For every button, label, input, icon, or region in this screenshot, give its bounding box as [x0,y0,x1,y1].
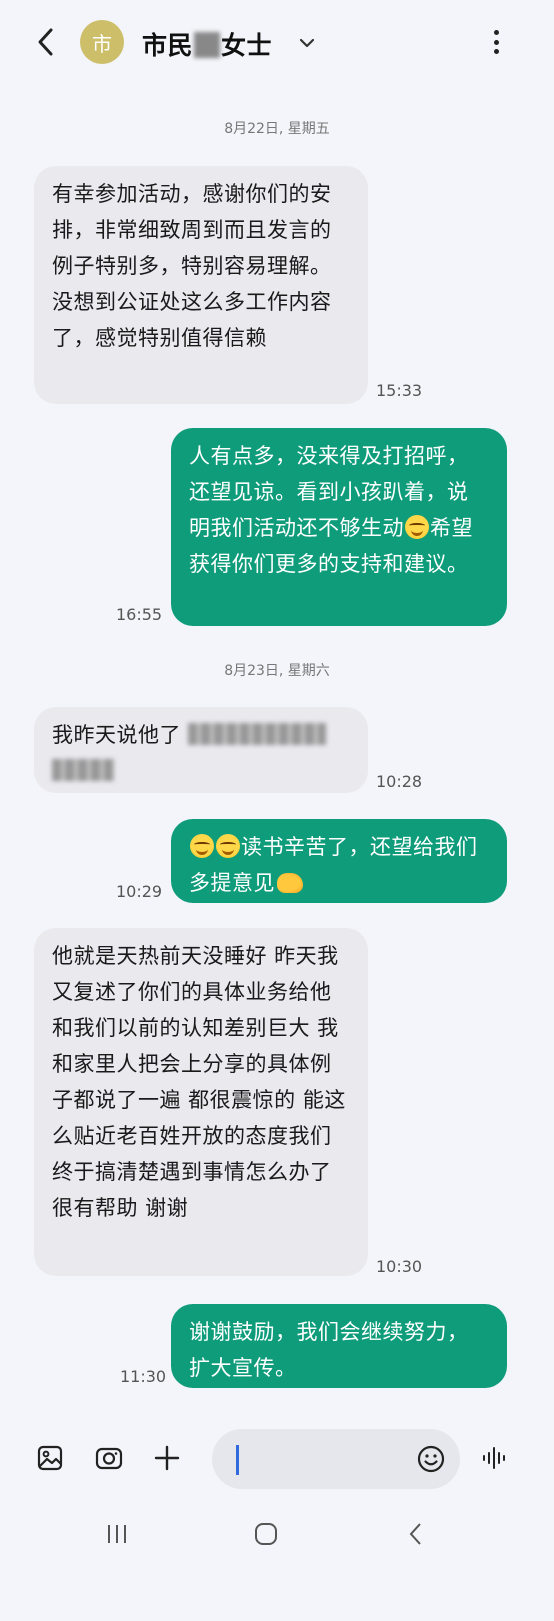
gallery-icon [37,1445,63,1471]
contact-name[interactable]: 市民 女士 [142,26,272,62]
recent-apps-button[interactable] [97,1519,137,1549]
avatar[interactable]: 市 [80,20,124,64]
contact-name-prefix: 市民 [142,31,194,60]
tears-of-joy-emoji-icon [405,515,429,539]
message-text: 我昨天说他了 [52,723,181,747]
incoming-message[interactable]: 我昨天说他了 [34,707,368,793]
outgoing-message[interactable]: 谢谢鼓励，我们会继续努力，扩大宣传。 [171,1304,507,1388]
camera-button[interactable] [92,1441,126,1475]
outgoing-message[interactable]: 读书辛苦了，还望给我们多提意见 [171,819,507,903]
message-time: 10:28 [376,772,423,791]
add-attachment-button[interactable] [150,1441,184,1475]
tears-of-joy-emoji-icon [190,834,214,858]
message-text: 他就是天热前天没睡好 昨天我又复述了你们的具体业务给他 和我们以前的认知差别巨大… [52,944,346,1220]
message-time: 15:33 [376,381,423,400]
plus-icon [154,1445,180,1471]
message-text: 谢谢鼓励，我们会继续努力，扩大宣传。 [189,1320,469,1380]
more-dot [493,49,499,54]
home-button[interactable] [246,1519,286,1549]
avatar-initial: 市 [92,31,112,56]
message-time: 10:29 [116,882,163,901]
back-nav-icon [409,1523,421,1545]
camera-icon [95,1447,123,1470]
tears-of-joy-emoji-icon [216,834,240,858]
recent-apps-icon [108,1525,126,1543]
more-options-button[interactable] [486,26,506,58]
redacted-text [52,759,114,781]
text-cursor [236,1445,239,1475]
incoming-message[interactable]: 有幸参加活动，感谢你们的安排，非常细致周到而且发言的例子特别多，特别容易理解。没… [34,166,368,404]
incoming-message[interactable]: 他就是天热前天没睡好 昨天我又复述了你们的具体业务给他 和我们以前的认知差别巨大… [34,928,368,1276]
date-separator: 8月22日, 星期五 [224,121,330,137]
voice-wave-icon [483,1447,505,1469]
contact-name-suffix: 女士 [221,31,273,60]
redacted-text [188,723,327,745]
message-time: 10:30 [376,1257,423,1276]
message-composer [0,1425,554,1495]
back-arrow-icon [38,28,53,56]
conversation-header: 市 市民 女士 [0,0,554,88]
more-dot [493,39,499,45]
message-time: 16:55 [116,605,163,624]
back-nav-button[interactable] [396,1519,436,1549]
outgoing-message[interactable]: 人有点多，没来得及打招呼，还望见谅。看到小孩趴着，说明我们活动还不够生动 希望获得… [171,428,507,626]
emoji-icon[interactable] [416,1444,446,1474]
message-input[interactable] [212,1429,460,1489]
handshake-emoji-icon [277,873,303,893]
back-button[interactable] [30,22,62,62]
date-separator: 8月23日, 星期六 [224,663,330,679]
voice-input-button[interactable] [478,1441,512,1475]
more-vertical-icon [493,30,499,35]
chevron-down-icon[interactable] [298,34,316,52]
home-icon [255,1523,277,1545]
system-navigation-bar [0,1505,554,1565]
message-text: 有幸参加活动，感谢你们的安排，非常细致周到而且发言的例子特别多，特别容易理解。没… [52,182,332,350]
name-redaction [194,32,221,58]
gallery-button[interactable] [33,1441,67,1475]
message-time: 11:30 [120,1367,167,1386]
